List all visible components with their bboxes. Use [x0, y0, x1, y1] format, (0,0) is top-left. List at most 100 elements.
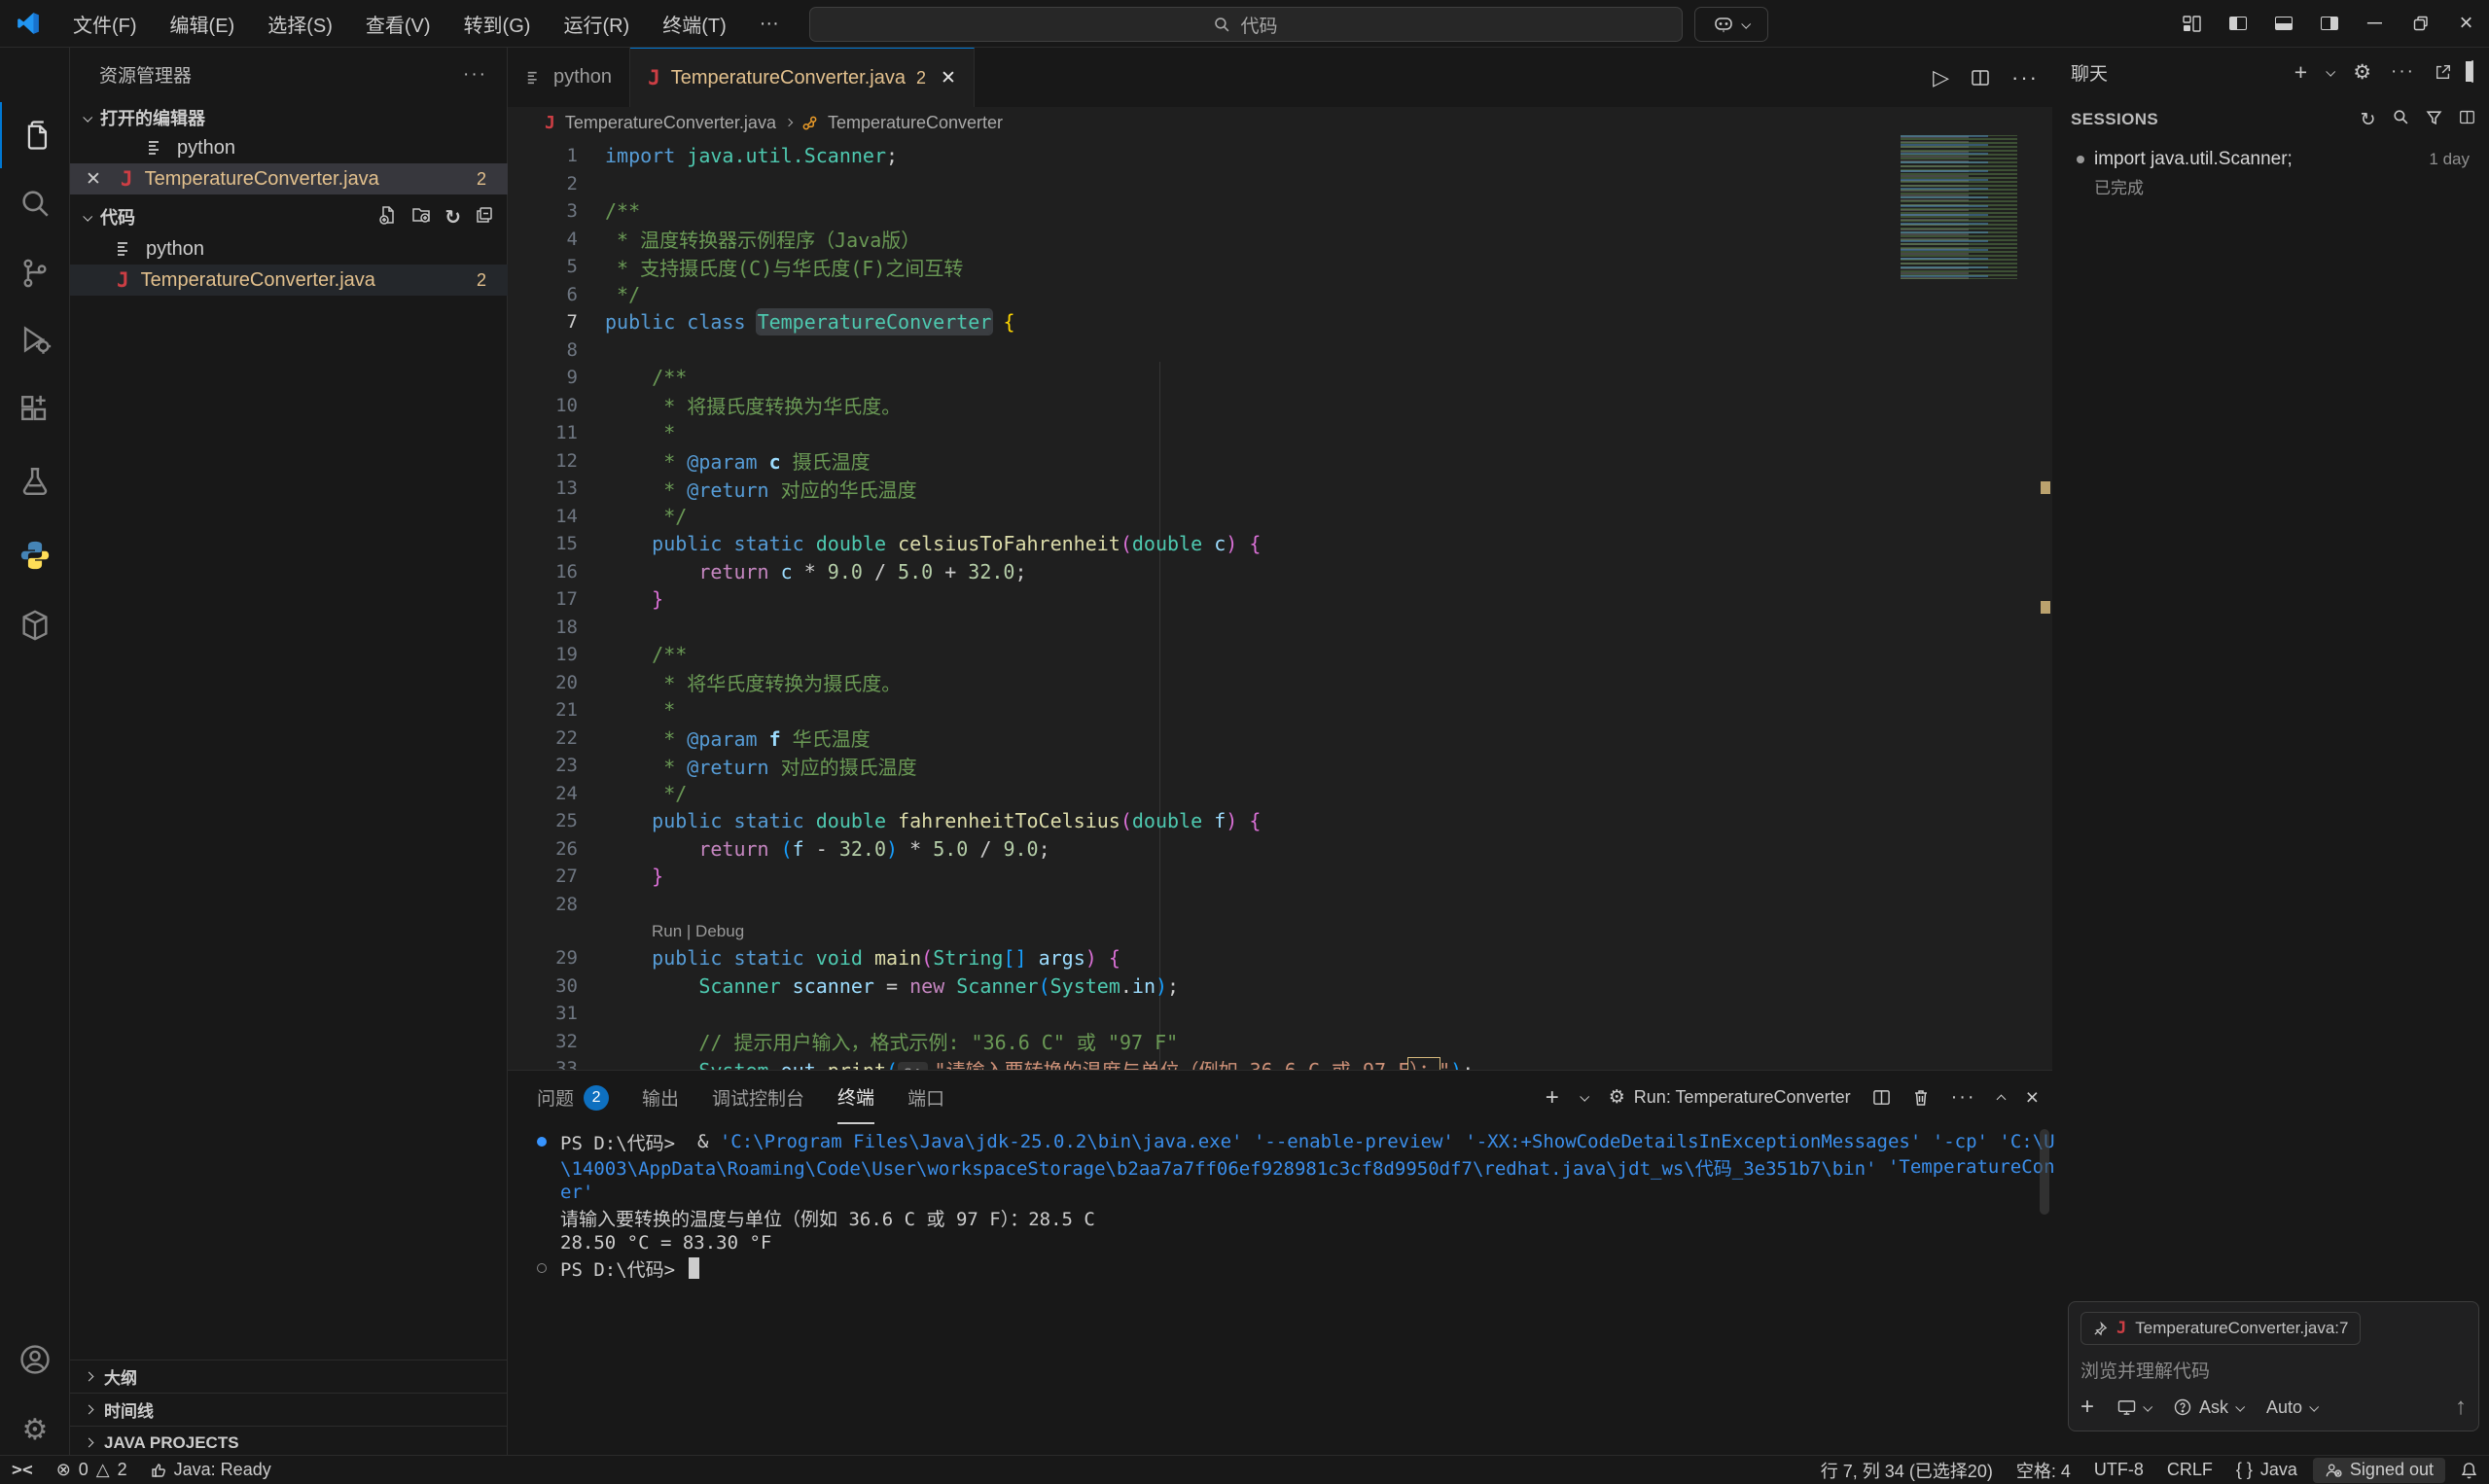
toggle-secondary-sidebar-button[interactable] [2306, 0, 2352, 47]
copilot-button[interactable] [1694, 7, 1768, 42]
mode-picker[interactable]: Ask [2174, 1397, 2243, 1418]
minimap[interactable] [1901, 135, 2033, 279]
terminal-scrollbar[interactable] [2040, 1129, 2049, 1215]
attach-context-button[interactable]: + [2080, 1394, 2094, 1421]
menu-···[interactable]: ··· [743, 6, 796, 41]
new-chat-icon[interactable]: + [2294, 59, 2307, 86]
menu-转到(G)[interactable]: 转到(G) [447, 6, 548, 41]
more-actions-icon[interactable]: ··· [1951, 1086, 1976, 1109]
customize-layout-button[interactable] [2169, 0, 2215, 47]
maximize-panel-icon[interactable] [1998, 1086, 2005, 1109]
panel-tab-问题[interactable]: 问题2 [537, 1071, 609, 1124]
run-debug-icon[interactable] [0, 306, 70, 372]
menu-编辑(E)[interactable]: 编辑(E) [154, 6, 252, 41]
containers-icon[interactable] [0, 592, 70, 658]
terminal[interactable]: PS D:\代码> & 'C:\Program Files\Java\jdk-2… [537, 1129, 2054, 1281]
file-temperatureconverter[interactable]: J TemperatureConverter.java 2 [70, 265, 508, 296]
java-file-icon: J [545, 113, 555, 133]
split-view-icon[interactable] [2459, 109, 2475, 131]
search-icon[interactable] [0, 170, 70, 236]
run-java-button[interactable]: ▷ [1933, 65, 1949, 90]
code-line-20: 20 * 将华氏度转换为摄氏度。 [508, 669, 2052, 697]
remote-indicator[interactable]: >< [0, 1456, 45, 1484]
close-icon[interactable]: ✕ [941, 67, 956, 89]
collapse-all-icon[interactable] [475, 205, 494, 230]
context-chip[interactable]: J TemperatureConverter.java:7 [2080, 1312, 2361, 1345]
model-picker[interactable]: Auto [2266, 1397, 2317, 1418]
panel-tab-终端[interactable]: 终端 [837, 1071, 874, 1124]
account-status[interactable]: Signed out [2313, 1458, 2445, 1483]
split-terminal-icon[interactable] [1872, 1088, 1891, 1107]
chat-settings-icon[interactable]: ⚙ [2353, 60, 2371, 85]
java-status[interactable]: Java: Ready [139, 1456, 283, 1484]
timeline-section[interactable]: 时间线 [70, 1393, 508, 1426]
tab-python[interactable]: python [508, 48, 630, 107]
chat-input[interactable]: J TemperatureConverter.java:7 浏览并理解代码 + … [2068, 1301, 2479, 1431]
chat-placeholder: 浏览并理解代码 [2080, 1357, 2467, 1383]
open-editor-temperatureconverter[interactable]: ✕ J TemperatureConverter.java 2 [70, 163, 508, 194]
file-python[interactable]: python [70, 233, 508, 265]
problems-status[interactable]: ⊗0 △2 [45, 1456, 139, 1484]
tools-button[interactable] [2117, 1399, 2151, 1416]
close-icon[interactable]: ✕ [86, 168, 101, 191]
new-file-icon[interactable] [378, 205, 398, 230]
sidebar-more-icon[interactable]: ··· [463, 64, 487, 86]
explorer-icon[interactable] [0, 102, 70, 168]
refresh-icon[interactable]: ↻ [444, 205, 461, 230]
eol-sequence[interactable]: CRLF [2155, 1456, 2224, 1484]
settings-gear-icon[interactable]: ⚙ [0, 1396, 70, 1463]
command-center-search[interactable]: 代码 [809, 7, 1683, 42]
close-panel-icon[interactable]: × [2026, 1084, 2039, 1111]
folder-section-header[interactable]: 代码 ↻ [70, 200, 508, 233]
menu-终端(T)[interactable]: 终端(T) [646, 6, 743, 41]
outline-section[interactable]: 大纲 [70, 1360, 508, 1393]
minimize-button[interactable]: ─ [2352, 0, 2398, 47]
refresh-icon[interactable]: ↻ [2361, 109, 2376, 131]
close-window-button[interactable]: × [2443, 0, 2489, 47]
extensions-icon[interactable] [0, 376, 70, 442]
new-terminal-icon[interactable]: + [1546, 1084, 1559, 1112]
breadcrumb[interactable]: J TemperatureConverter.java TemperatureC… [508, 107, 2052, 138]
open-editor-python[interactable]: python [70, 132, 508, 163]
menu-查看(V)[interactable]: 查看(V) [349, 6, 447, 41]
chevron-down-icon[interactable] [1580, 1092, 1589, 1102]
send-button[interactable]: ↑ [2455, 1394, 2467, 1421]
more-actions-icon[interactable]: ··· [2391, 61, 2415, 83]
language-mode[interactable]: { }Java [2224, 1456, 2309, 1484]
code-editor[interactable]: J TemperatureConverter.java TemperatureC… [508, 107, 2052, 1070]
terminal-tab-item[interactable]: ⚙ Run: TemperatureConverter [1609, 1086, 1851, 1109]
more-actions-icon[interactable]: ··· [2011, 65, 2039, 90]
panel-tab-输出[interactable]: 输出 [642, 1071, 679, 1124]
split-editor-icon[interactable] [1971, 68, 1990, 88]
menu-选择(S)[interactable]: 选择(S) [251, 6, 349, 41]
terminal-line: er' [537, 1180, 2054, 1205]
java-projects-section[interactable]: JAVA PROJECTS [70, 1426, 508, 1459]
kill-terminal-icon[interactable] [1912, 1088, 1930, 1107]
cursor-position[interactable]: 行 7, 列 34 (已选择20) [1809, 1456, 2005, 1484]
menu-运行(R)[interactable]: 运行(R) [547, 6, 646, 41]
open-editors-header[interactable]: 打开的编辑器 [70, 101, 508, 134]
chevron-down-icon[interactable] [2326, 66, 2335, 76]
account-icon[interactable] [0, 1326, 70, 1393]
restore-button[interactable] [2398, 0, 2443, 47]
toggle-sidebar-button[interactable] [2215, 0, 2260, 47]
indentation[interactable]: 空格: 4 [2005, 1456, 2082, 1484]
source-control-icon[interactable] [0, 240, 70, 306]
open-in-editor-icon[interactable] [2435, 63, 2452, 81]
search-icon[interactable] [2393, 109, 2409, 131]
encoding[interactable]: UTF-8 [2082, 1456, 2155, 1484]
session-item[interactable]: import java.util.Scanner; 1 day 已完成 [2065, 143, 2479, 207]
code-line-1: 1import java.util.Scanner; [508, 142, 2052, 170]
new-folder-icon[interactable] [411, 205, 431, 230]
python-icon[interactable] [0, 522, 70, 588]
tab-temperatureconverter[interactable]: J TemperatureConverter.java 2 ✕ [630, 48, 975, 107]
panel-tab-调试控制台[interactable]: 调试控制台 [712, 1071, 804, 1124]
menu-文件(F)[interactable]: 文件(F) [56, 6, 154, 41]
toggle-panel-button[interactable] [2260, 0, 2306, 47]
notifications-bell-icon[interactable] [2449, 1456, 2489, 1484]
filter-icon[interactable] [2426, 109, 2442, 131]
testing-icon[interactable] [0, 448, 70, 514]
codelens-run-debug[interactable]: Run | Debug [508, 918, 2052, 944]
toggle-secondary-sidebar-icon[interactable] [2471, 61, 2473, 83]
panel-tab-端口[interactable]: 端口 [907, 1071, 944, 1124]
